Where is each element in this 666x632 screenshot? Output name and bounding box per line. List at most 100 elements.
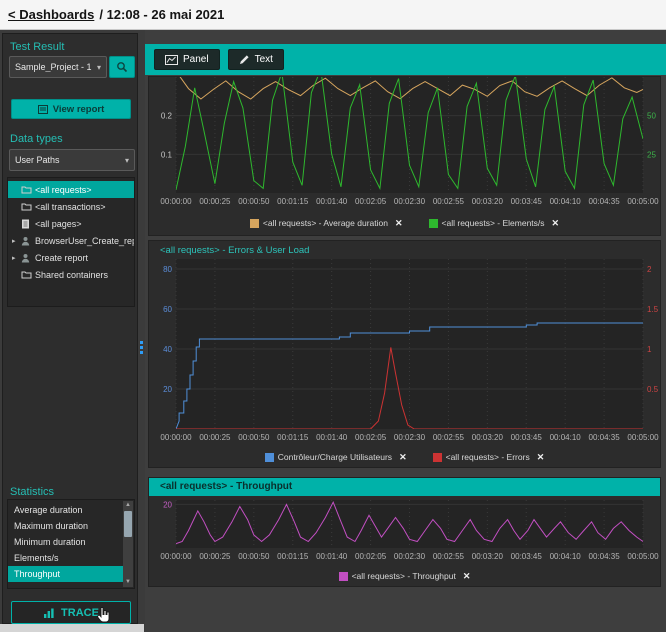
add-panel-button[interactable]: Panel [154,49,220,70]
svg-text:50: 50 [647,112,656,121]
test-result-label: Test Result [10,41,64,53]
expand-icon[interactable]: ▸ [12,237,21,245]
svg-text:60: 60 [163,305,172,314]
legend-remove-icon[interactable]: ✕ [395,218,403,229]
folder-icon [21,185,35,194]
tree-item-browseruser-create-report[interactable]: ▸ BrowserUser_Create_report [8,232,134,249]
scrollbar-thumb[interactable] [124,511,132,537]
legend-label: <all requests> - Errors [446,452,530,462]
expand-icon[interactable]: ▸ [12,254,21,262]
chart-title-errors-userload: <all requests> - Errors & User Load [149,241,660,259]
project-select[interactable]: Sample_Project - 1 ▾ [9,56,107,78]
trace-label: TRACE [61,607,99,619]
svg-text:0.2: 0.2 [161,112,173,121]
tree-item-shared-containers[interactable]: Shared containers [8,266,134,283]
legend-remove-icon[interactable]: ✕ [552,218,560,229]
svg-text:00:03:20: 00:03:20 [472,552,504,561]
svg-text:00:04:35: 00:04:35 [589,433,621,442]
legend-remove-icon[interactable]: ✕ [537,452,545,463]
statistic-item-minimum-duration[interactable]: Minimum duration [8,534,123,550]
svg-text:00:02:55: 00:02:55 [433,433,465,442]
chevron-down-icon: ▾ [97,63,101,72]
chart-title-throughput: <all requests> - Throughput [149,478,660,496]
svg-text:00:04:35: 00:04:35 [589,552,621,561]
statistic-item-throughput[interactable]: Throughput [8,566,123,582]
scroll-up-icon[interactable]: ▲ [123,501,133,510]
page-bottom-strip [0,624,144,632]
hand-cursor-icon [95,606,111,629]
search-button[interactable] [109,56,135,78]
svg-text:25: 25 [647,150,656,159]
legend-label: <all requests> - Throughput [352,571,456,581]
chart-throughput[interactable]: 00:00:0000:00:2500:00:5000:01:1500:01:40… [149,496,660,564]
trace-button[interactable]: TRACE [11,601,131,624]
legend-item-all-requests-average-duration: <all requests> - Average duration ✕ [250,218,403,229]
folder-icon [21,202,35,211]
bar-chart-icon [43,607,55,619]
add-text-button[interactable]: Text [228,49,284,70]
svg-text:00:01:40: 00:01:40 [316,197,348,206]
svg-text:0.1: 0.1 [161,150,173,159]
page-icon [21,219,35,229]
tree-item-label: BrowserUser_Create_report [35,236,134,246]
view-report-label: View report [53,104,105,115]
svg-text:00:01:40: 00:01:40 [316,433,348,442]
chart-legend: <all requests> - Throughput ✕ [149,564,660,587]
svg-text:00:03:45: 00:03:45 [511,433,543,442]
view-report-button[interactable]: View report [11,99,131,119]
statistics-scrollbar[interactable]: ▲ ▼ [123,501,133,587]
svg-text:20: 20 [163,500,172,509]
legend-label: <all requests> - Average duration [263,218,388,228]
top-bar: < Dashboards / 12:08 - 26 mai 2021 [0,0,666,30]
legend-remove-icon[interactable]: ✕ [399,452,407,463]
pencil-icon [239,54,250,65]
svg-text:00:02:05: 00:02:05 [355,433,387,442]
dashboards-back-link[interactable]: < Dashboards [8,7,94,22]
chart-errors-userload[interactable]: 00:00:0000:00:2500:00:5000:01:1500:01:40… [149,259,660,445]
chart-average-elements[interactable]: 00:00:0000:00:2500:00:5000:01:1500:01:40… [149,77,660,209]
tree-item-label: <all requests> [35,185,92,195]
chart-legend: Contrôleur/Charge Utilisateurs✕<all requ… [149,445,660,468]
legend-item-all-requests-errors: <all requests> - Errors ✕ [433,452,545,463]
tree-item-create-report[interactable]: ▸ Create report [8,249,134,266]
splitter-handle[interactable] [139,341,144,356]
svg-text:00:02:30: 00:02:30 [394,552,426,561]
statistic-item-average-duration[interactable]: Average duration [8,502,123,518]
statistics-list: Average durationMaximum durationMinimum … [7,499,135,589]
legend-swatch [265,453,274,462]
chart-legend: <all requests> - Average duration✕<all r… [149,209,660,236]
svg-text:00:02:30: 00:02:30 [394,433,426,442]
add-panel-label: Panel [183,54,209,65]
svg-text:00:00:50: 00:00:50 [238,433,270,442]
tree-item-label: Create report [35,253,88,263]
svg-text:00:01:15: 00:01:15 [277,552,309,561]
legend-label: <all requests> - Elements/s [442,218,545,228]
legend-swatch [250,219,259,228]
user-paths-select[interactable]: User Paths ▾ [9,149,135,171]
svg-text:00:00:50: 00:00:50 [238,552,270,561]
legend-swatch [429,219,438,228]
legend-remove-icon[interactable]: ✕ [463,571,471,582]
svg-text:00:02:55: 00:02:55 [433,552,465,561]
data-types-label: Data types [10,133,63,145]
add-text-label: Text [255,54,273,65]
chart-panel-average-elements: 00:00:0000:00:2500:00:5000:01:1500:01:40… [148,76,661,236]
chart-panel-throughput: <all requests> - Throughput 00:00:0000:0… [148,477,661,587]
svg-text:00:05:00: 00:05:00 [627,197,659,206]
legend-swatch [339,572,348,581]
svg-text:00:01:15: 00:01:15 [277,433,309,442]
tree-item-all-requests[interactable]: <all requests> [8,181,134,198]
statistic-item-elements-s[interactable]: Elements/s [8,550,123,566]
dashboard-toolbar: Panel Text [145,44,666,75]
tree-item-all-pages[interactable]: <all pages> [8,215,134,232]
svg-text:80: 80 [163,265,172,274]
svg-text:00:03:45: 00:03:45 [511,197,543,206]
tree-item-all-transactions[interactable]: <all transactions> [8,198,134,215]
statistic-item-maximum-duration[interactable]: Maximum duration [8,518,123,534]
svg-text:00:02:05: 00:02:05 [355,197,387,206]
statistics-label: Statistics [10,486,54,498]
svg-text:0.5: 0.5 [647,385,659,394]
scroll-down-icon[interactable]: ▼ [123,578,133,587]
legend-label: Contrôleur/Charge Utilisateurs [278,452,392,462]
chevron-down-icon: ▾ [125,156,129,165]
